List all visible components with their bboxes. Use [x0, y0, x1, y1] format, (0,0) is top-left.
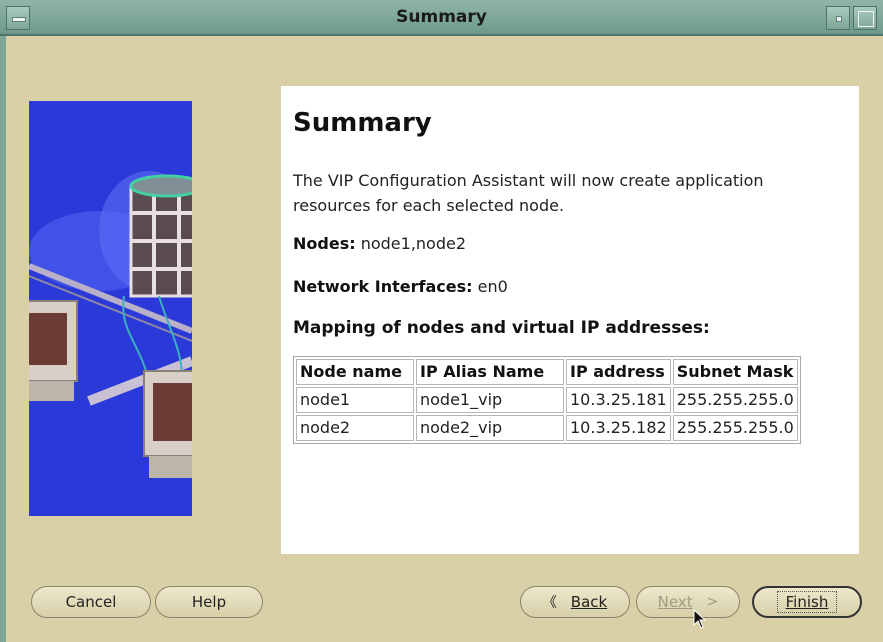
summary-window: Summary Summary The VIP Configuration As… — [0, 0, 883, 642]
minimize-icon[interactable] — [826, 6, 850, 30]
column-header-ip-address: IP address — [566, 359, 671, 385]
cell-ip-address: 10.3.25.181 — [566, 387, 671, 413]
cell-node-name: node2 — [296, 415, 414, 441]
summary-description: The VIP Configuration Assistant will now… — [293, 171, 764, 215]
nodes-label: Nodes: — [293, 234, 356, 253]
finish-button-label: Finish — [776, 591, 838, 613]
maximize-icon[interactable] — [853, 6, 877, 30]
title-bar[interactable]: Summary — [0, 0, 883, 36]
mapping-title: Mapping of nodes and virtual IP addresse… — [293, 318, 710, 338]
database-network-illustration — [29, 101, 192, 516]
help-button-label: Help — [191, 593, 227, 611]
chevron-right-icon: > — [706, 594, 719, 610]
window-title: Summary — [396, 7, 487, 27]
interfaces-label: Network Interfaces: — [293, 277, 473, 296]
cell-node-name: node1 — [296, 387, 414, 413]
help-button[interactable]: Help — [155, 586, 263, 618]
table-header-row: Node name IP Alias Name IP address Subne… — [296, 359, 798, 385]
cell-ip-alias: node1_vip — [416, 387, 564, 413]
table-row: node2 node2_vip 10.3.25.182 255.255.255.… — [296, 415, 798, 441]
summary-panel: Summary The VIP Configuration Assistant … — [281, 86, 859, 554]
page-title: Summary — [293, 108, 432, 138]
column-header-subnet-mask: Subnet Mask — [672, 359, 798, 385]
window-frame-edge — [0, 36, 6, 642]
cancel-button-label: Cancel — [65, 593, 117, 611]
chevron-left-icon: 《 — [542, 595, 557, 611]
cancel-button[interactable]: Cancel — [31, 586, 151, 618]
next-button-label: Next — [657, 593, 693, 611]
nodes-line: Nodes: node1,node2 — [293, 234, 466, 253]
cell-ip-alias: node2_vip — [416, 415, 564, 441]
column-header-ip-alias: IP Alias Name — [416, 359, 564, 385]
back-button[interactable]: 《 Back — [520, 586, 630, 618]
column-header-node-name: Node name — [296, 359, 414, 385]
interfaces-line: Network Interfaces: en0 — [293, 277, 508, 296]
finish-button[interactable]: Finish — [752, 586, 862, 618]
mouse-cursor-icon — [693, 609, 707, 629]
cell-subnet-mask: 255.255.255.0 — [672, 415, 798, 441]
table-row: node1 node1_vip 10.3.25.181 255.255.255.… — [296, 387, 798, 413]
nodes-value: node1,node2 — [360, 234, 467, 253]
cell-subnet-mask: 255.255.255.0 — [672, 387, 798, 413]
next-button[interactable]: Next > — [636, 586, 740, 618]
back-button-label: Back — [570, 593, 608, 611]
cell-ip-address: 10.3.25.182 — [566, 415, 671, 441]
interfaces-value: en0 — [477, 277, 508, 296]
vip-mapping-table: Node name IP Alias Name IP address Subne… — [293, 356, 801, 444]
